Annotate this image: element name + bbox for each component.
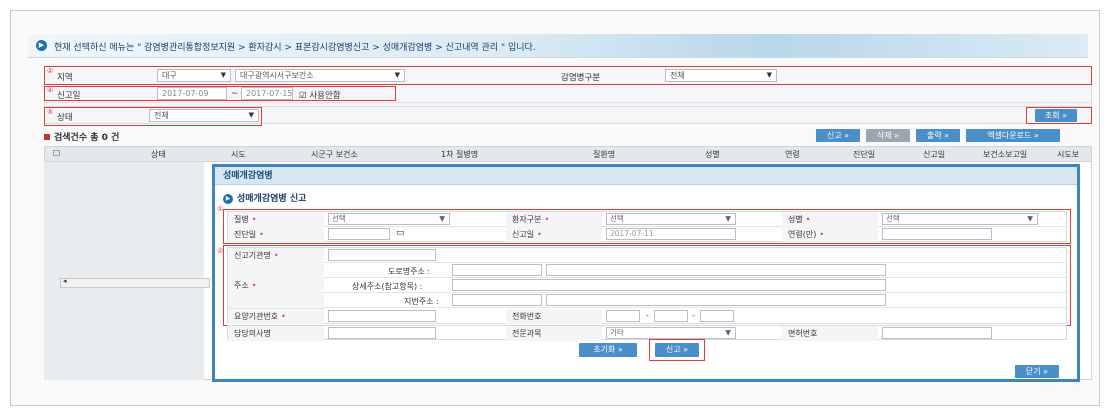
result-count-label: 검색건수 총 0 건 bbox=[54, 133, 120, 143]
annotation-box-1 bbox=[44, 66, 1092, 85]
square-bullet-icon bbox=[44, 134, 50, 140]
column-header[interactable]: 상태 bbox=[151, 149, 166, 160]
column-header[interactable]: 시도보 bbox=[1057, 149, 1079, 160]
annotation-box-section-2 bbox=[223, 245, 1071, 326]
license-label: 면허번호 bbox=[782, 326, 878, 341]
column-header[interactable]: 시도 bbox=[231, 149, 246, 160]
specialty-select-value: 기타 bbox=[610, 328, 624, 337]
marker-4: ④ bbox=[47, 86, 54, 94]
column-header[interactable]: 성별 bbox=[705, 149, 720, 160]
specialty-label: 전문과목 bbox=[506, 326, 602, 341]
column-header[interactable]: 시군구 보건소 bbox=[311, 149, 358, 160]
print-button[interactable]: 출력 » bbox=[916, 129, 960, 142]
specialty-select[interactable]: 기타 ▼ bbox=[606, 327, 736, 339]
doctor-label: 담당의사명 bbox=[228, 326, 324, 341]
doctor-input[interactable] bbox=[328, 327, 436, 339]
report-button[interactable]: 신고 » bbox=[816, 129, 860, 142]
modal-subtitle-text: 성매개감염병 신고 bbox=[237, 194, 307, 204]
column-header[interactable]: 진단일 bbox=[853, 149, 875, 160]
select-all-checkbox[interactable]: ☐ bbox=[53, 149, 60, 158]
doctor-info-table: 담당의사명 전문과목 기타 ▼ 면허번호 bbox=[227, 325, 1067, 341]
horizontal-scrollbar[interactable]: ◂ bbox=[60, 277, 210, 288]
chevron-down-icon: ▼ bbox=[725, 328, 731, 337]
reset-button[interactable]: 초기화 » bbox=[579, 343, 637, 357]
arrow-bullet-icon: ▶ bbox=[223, 193, 233, 204]
marker-5: ⑤ bbox=[47, 108, 54, 116]
arrow-bullet-icon: ▶ bbox=[36, 40, 47, 51]
delete-button[interactable]: 삭제 » bbox=[866, 129, 910, 142]
breadcrumb: 현재 선택하신 메뉴는 " 감염병관리통합정보지원 > 환자감시 > 표본감시감… bbox=[54, 43, 536, 53]
result-count: 검색건수 총 0 건 bbox=[44, 130, 119, 143]
close-button[interactable]: 닫기 » bbox=[1015, 365, 1059, 378]
annotation-box-submit bbox=[649, 339, 705, 361]
modal-subtitle: ▶ 성매개감염병 신고 bbox=[223, 191, 306, 204]
row-doctor: 담당의사명 전문과목 기타 ▼ 면허번호 bbox=[228, 326, 1066, 341]
column-header[interactable]: 질환명 bbox=[593, 149, 615, 160]
column-header[interactable]: 보건소보고일 bbox=[983, 149, 1027, 160]
modal-title: 성매개감염병 bbox=[215, 167, 1077, 185]
grid-header: ☐ 상태 시도 시군구 보건소 1차 질병명 질환명 성별 연령 진단일 신고일… bbox=[44, 146, 1092, 162]
report-modal: 성매개감염병 ▶ 성매개감염병 신고 ① 질병 • 선택 ▼ 환자구분 • 선택 ▼ 성별… bbox=[212, 164, 1080, 382]
annotation-box-section-1 bbox=[223, 209, 1071, 244]
grid-left-pane bbox=[44, 162, 204, 380]
license-input[interactable] bbox=[882, 327, 992, 339]
column-header[interactable]: 1차 질병명 bbox=[441, 149, 478, 160]
excel-download-button[interactable]: 엑셀다운로드 » bbox=[966, 129, 1060, 142]
column-header[interactable]: 신고일 bbox=[923, 149, 945, 160]
annotation-box-3 bbox=[44, 107, 262, 126]
column-header[interactable]: 연령 bbox=[785, 149, 800, 160]
annotation-box-4 bbox=[1026, 107, 1092, 124]
scroll-left-icon[interactable]: ◂ bbox=[63, 277, 67, 285]
marker-2: ② bbox=[47, 67, 54, 75]
breadcrumb-bar: ▶ 현재 선택하신 메뉴는 " 감염병관리통합정보지원 > 환자감시 > 표본감… bbox=[28, 34, 1088, 58]
annotation-box-2 bbox=[44, 86, 396, 101]
